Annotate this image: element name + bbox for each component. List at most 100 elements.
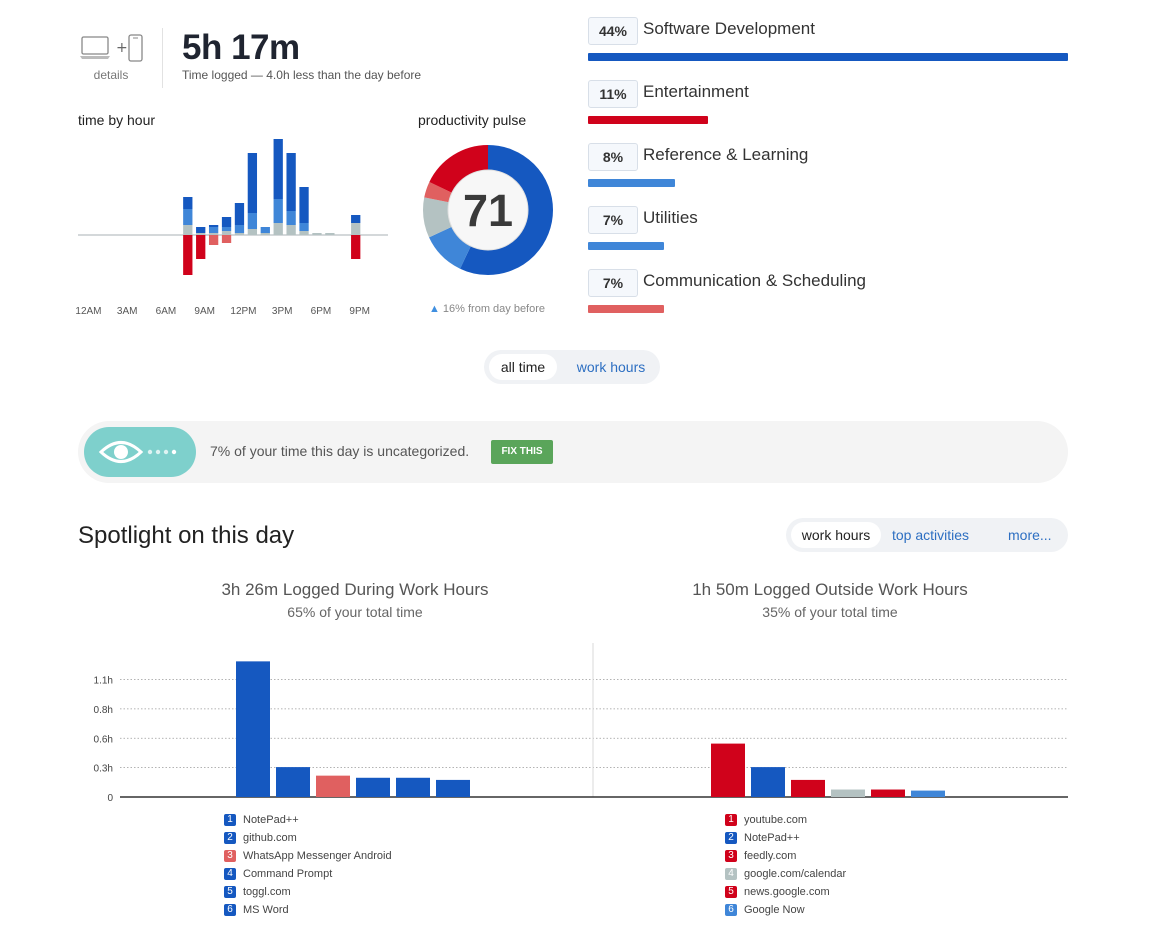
tab-work-hours[interactable]: work hours xyxy=(791,522,881,548)
activity-bar[interactable] xyxy=(356,777,390,797)
legend-item[interactable]: 2 NotePad++ xyxy=(725,829,985,847)
spotlight-tabs: work hours top activities more... xyxy=(786,518,1068,552)
hour-tick-label: 12PM xyxy=(230,306,256,317)
hour-bar-segment xyxy=(351,235,361,259)
category-item[interactable]: 11% Entertainment xyxy=(588,80,1070,130)
category-bar xyxy=(588,116,708,124)
legend-rank: 5 xyxy=(224,886,236,898)
activity-bar[interactable] xyxy=(751,767,785,797)
hour-bar-segment xyxy=(286,211,296,225)
hour-bar-segment xyxy=(260,227,270,233)
legend-item[interactable]: 3 feedly.com xyxy=(725,847,985,865)
activity-bar[interactable] xyxy=(911,790,945,797)
y-tick-label: 1.1h xyxy=(94,676,113,687)
legend-item[interactable]: 5 toggl.com xyxy=(224,883,484,901)
legend-label: NotePad++ xyxy=(744,832,800,844)
toggle-work-hours[interactable]: work hours xyxy=(566,354,656,380)
hour-bar-segment xyxy=(247,229,258,235)
activity-bar[interactable] xyxy=(316,775,350,797)
category-name: Software Development xyxy=(643,19,815,38)
hour-tick-label: 12AM xyxy=(75,306,101,317)
legend-item[interactable]: 5 news.google.com xyxy=(725,883,985,901)
legend-label: Google Now xyxy=(744,904,805,916)
pulse-change-text: 16% from day before xyxy=(442,303,546,315)
legend-label: MS Word xyxy=(243,904,289,916)
legend-item[interactable]: 6 Google Now xyxy=(725,901,985,919)
devices-icon[interactable]: + xyxy=(80,34,144,64)
category-bar xyxy=(588,305,664,313)
hour-bar-segment xyxy=(208,227,219,233)
hour-bar-segment xyxy=(351,215,361,223)
hour-bar-segment xyxy=(299,187,309,223)
tab-top-activities[interactable]: top activities xyxy=(892,522,969,548)
hour-bar-segment xyxy=(260,233,270,235)
hour-tick-label: 9PM xyxy=(349,306,370,317)
header-divider xyxy=(162,28,163,88)
hour-bar-segment xyxy=(247,153,258,213)
legend-item[interactable]: 3 WhatsApp Messenger Android xyxy=(224,847,484,865)
legend-item[interactable]: 4 Command Prompt xyxy=(224,865,484,883)
category-item[interactable]: 44% Software Development xyxy=(588,17,1070,67)
time-by-hour-label: time by hour xyxy=(78,112,156,128)
activity-bar[interactable] xyxy=(436,779,470,797)
eye-icon xyxy=(98,441,177,463)
activity-bar[interactable] xyxy=(276,767,310,797)
toggle-all-time[interactable]: all time xyxy=(489,354,557,380)
category-name: Reference & Learning xyxy=(643,145,809,164)
category-item[interactable]: 7% Utilities xyxy=(588,206,1070,256)
work-hours-legend: 1 NotePad++ 2 github.com 3 WhatsApp Messenger… xyxy=(224,811,484,919)
category-item[interactable]: 7% Communication & Scheduling xyxy=(588,269,1070,319)
hour-bar-segment xyxy=(273,139,283,199)
legend-item[interactable]: 4 google.com/calendar xyxy=(725,865,985,883)
hour-bar-segment xyxy=(299,231,309,235)
legend-rank: 2 xyxy=(224,832,236,844)
legend-rank: 1 xyxy=(224,814,236,826)
hour-bar-segment xyxy=(273,223,283,235)
legend-label: github.com xyxy=(243,832,297,844)
y-tick-label: 0 xyxy=(107,793,113,804)
hour-bar-segment xyxy=(325,233,335,235)
uncategorized-banner: 7% of your time this day is uncategorize… xyxy=(78,421,1068,483)
hour-bar-segment xyxy=(183,225,193,235)
arrow-up-icon: ▲ xyxy=(428,303,440,315)
hour-bar-segment xyxy=(208,233,219,235)
activity-bar[interactable] xyxy=(791,779,825,797)
legend-rank: 6 xyxy=(725,904,737,916)
activity-bar[interactable] xyxy=(711,743,745,797)
category-bar xyxy=(588,242,664,250)
spotlight-activity-chart: 0 0.3h 0.6h 0.8h 1.1h xyxy=(94,643,1068,804)
spotlight-title: Spotlight on this day xyxy=(78,522,295,549)
hour-bar-segment xyxy=(286,153,296,211)
activity-bar[interactable] xyxy=(871,789,905,797)
legend-item[interactable]: 2 github.com xyxy=(224,829,484,847)
activity-bar[interactable] xyxy=(236,661,270,797)
category-name: Communication & Scheduling xyxy=(643,271,867,290)
legend-item[interactable]: 1 NotePad++ xyxy=(224,811,484,829)
activity-bar[interactable] xyxy=(831,789,865,797)
banner-text: 7% of your time this day is uncategorize… xyxy=(210,443,470,459)
hour-bar-segment xyxy=(247,213,258,229)
category-name: Entertainment xyxy=(643,82,749,101)
pulse-score: 71 xyxy=(463,185,513,236)
details-link[interactable]: details xyxy=(80,68,142,82)
hour-bar-segment xyxy=(234,233,245,235)
category-percent: 11% xyxy=(588,80,638,108)
hour-tick-label: 9AM xyxy=(194,306,215,317)
activity-bar[interactable] xyxy=(396,777,430,797)
fix-this-button[interactable]: FIX THIS xyxy=(491,440,553,464)
hour-bar-segment xyxy=(196,233,206,235)
tab-more[interactable]: more... xyxy=(1008,522,1052,548)
legend-label: news.google.com xyxy=(744,886,830,898)
legend-rank: 4 xyxy=(224,868,236,880)
hour-bar-segment xyxy=(312,233,322,235)
hour-bar-segment xyxy=(196,227,206,233)
legend-item[interactable]: 6 MS Word xyxy=(224,901,484,919)
category-percent: 44% xyxy=(588,17,638,45)
hour-bar-segment xyxy=(234,225,245,233)
productivity-pulse-chart: 71 xyxy=(423,145,553,275)
legend-rank: 5 xyxy=(725,886,737,898)
category-item[interactable]: 8% Reference & Learning xyxy=(588,143,1070,193)
category-percent: 7% xyxy=(588,206,638,234)
hour-bar-segment xyxy=(196,235,206,259)
legend-item[interactable]: 1 youtube.com xyxy=(725,811,985,829)
